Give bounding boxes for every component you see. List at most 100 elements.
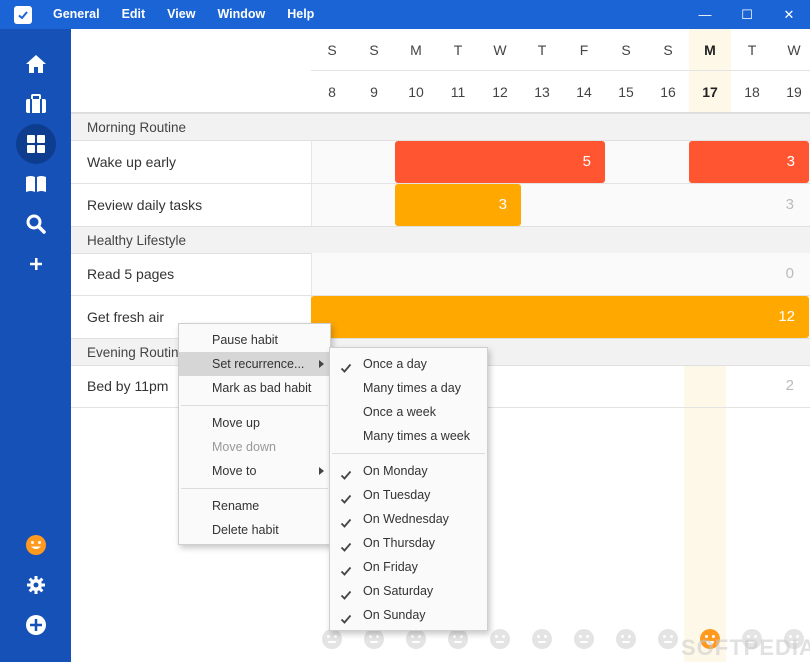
set-recurrence-item[interactable]: Set recurrence... (179, 352, 330, 376)
day-column: M 17 (689, 29, 731, 113)
mark-bad-habit-item[interactable]: Mark as bad habit (179, 376, 330, 400)
day-column: W 19 (773, 29, 810, 113)
move-to-item[interactable]: Move to (179, 459, 330, 483)
day-number: 15 (618, 84, 634, 100)
weekday-option[interactable]: On Wednesday (330, 507, 487, 531)
day-column: F 14 (563, 29, 605, 113)
menu-view[interactable]: View (156, 0, 206, 29)
delete-habit-item[interactable]: Delete habit (179, 518, 330, 542)
habit-row[interactable]: Wake up early 5 3 (71, 141, 810, 184)
menu-general[interactable]: General (42, 0, 111, 29)
habit-name: Get fresh air (87, 309, 165, 325)
mood-face-icon[interactable] (448, 629, 468, 649)
day-column: S9 (353, 29, 395, 113)
streak-bar[interactable]: 3 (395, 184, 521, 226)
mood-face-icon[interactable] (322, 629, 342, 649)
mood-face-icon[interactable] (490, 629, 510, 649)
day-letter: T (453, 42, 463, 58)
day-number: 10 (408, 84, 424, 100)
streak-bar[interactable]: 12 (311, 296, 809, 338)
day-number: 9 (370, 84, 378, 100)
smiley-icon[interactable] (16, 525, 56, 565)
day-number: 14 (576, 84, 592, 100)
day-number: 18 (744, 84, 760, 100)
rename-item[interactable]: Rename (179, 494, 330, 518)
day-letter: T (747, 42, 757, 58)
move-up-item[interactable]: Move up (179, 411, 330, 435)
briefcase-icon[interactable] (16, 84, 56, 124)
day-column: M 10 (395, 29, 437, 113)
habit-count: 0 (785, 265, 794, 282)
recurrence-option[interactable]: Once a week (330, 400, 487, 424)
group-title: Healthy Lifestyle (87, 233, 187, 248)
watermark-text: SOFTPEDIA® (681, 635, 810, 660)
menu-edit[interactable]: Edit (111, 0, 157, 29)
title-bar: General Edit View Window Help — ☐ ✕ (0, 0, 810, 29)
habit-row[interactable]: Read 5 pages 0 (71, 253, 810, 296)
day-column: T 13 (521, 29, 563, 113)
day-column: T 11 (437, 29, 479, 113)
submenu-arrow-icon (319, 467, 324, 475)
recurrence-option[interactable]: Many times a week (330, 424, 487, 448)
recurrence-submenu: Once a day Many times a day Once a week Man… (329, 347, 488, 631)
streak-bar[interactable]: 3 (689, 141, 809, 183)
move-down-item: Move down (212, 440, 276, 454)
close-button[interactable]: ✕ (768, 0, 810, 29)
habit-row[interactable]: Review daily tasks 3 3 (71, 184, 810, 227)
group-title: Morning Routine (87, 120, 187, 135)
day-number: 12 (492, 84, 508, 100)
weekday-option[interactable]: On Sunday (330, 603, 487, 627)
weekday-option[interactable]: On Saturday (330, 579, 487, 603)
habit-context-menu: Pause habit Set recurrence... Mark as ba… (178, 323, 331, 545)
weekday-option[interactable]: On Friday (330, 555, 487, 579)
recurrence-option[interactable]: Once a day (330, 352, 487, 376)
day-number: 8 (328, 84, 336, 100)
maximize-button[interactable]: ☐ (726, 0, 768, 29)
mood-face-icon[interactable] (616, 629, 636, 649)
day-number: 16 (660, 84, 676, 100)
grid-icon[interactable] (16, 124, 56, 164)
day-number: 13 (534, 84, 550, 100)
day-letter: S (621, 42, 631, 58)
day-column: S 16 (647, 29, 689, 113)
day-column: S 15 (605, 29, 647, 113)
day-letter: S (663, 42, 673, 58)
day-column: T 18 (731, 29, 773, 113)
add-circle-icon[interactable] (16, 605, 56, 645)
mood-face-icon[interactable] (406, 629, 426, 649)
day-letter: F (579, 42, 589, 58)
habit-name: Review daily tasks (87, 197, 203, 213)
habit-name: Wake up early (87, 154, 176, 170)
weekday-option[interactable]: On Monday (330, 459, 487, 483)
day-number: 11 (450, 84, 466, 100)
group-header: Morning Routine (71, 113, 810, 141)
plus-icon[interactable] (16, 244, 56, 284)
habit-name: Read 5 pages (87, 266, 175, 282)
pause-habit-item[interactable]: Pause habit (179, 328, 330, 352)
mood-face-icon[interactable] (532, 629, 552, 649)
submenu-arrow-icon (319, 360, 324, 368)
mood-face-icon[interactable] (364, 629, 384, 649)
search-icon[interactable] (16, 204, 56, 244)
mood-face-icon[interactable] (574, 629, 594, 649)
recurrence-option[interactable]: Many times a day (330, 376, 487, 400)
weekday-option[interactable]: On Tuesday (330, 483, 487, 507)
day-letter: M (704, 42, 716, 58)
minimize-button[interactable]: — (684, 0, 726, 29)
day-letter: S (369, 42, 379, 58)
sidebar (0, 29, 71, 662)
mood-face-icon[interactable] (658, 629, 678, 649)
habit-name: Bed by 11pm (87, 378, 169, 394)
book-icon[interactable] (16, 164, 56, 204)
gear-icon[interactable] (16, 565, 56, 605)
day-column: S8 (311, 29, 353, 113)
weekday-option[interactable]: On Thursday (330, 531, 487, 555)
habit-count: 3 (785, 196, 794, 213)
menu-window[interactable]: Window (206, 0, 276, 29)
home-icon[interactable] (16, 44, 56, 84)
group-header: Healthy Lifestyle (71, 226, 810, 254)
menu-help[interactable]: Help (276, 0, 325, 29)
checkmark-icon (340, 609, 352, 633)
day-number: 17 (702, 84, 718, 100)
streak-bar[interactable]: 5 (395, 141, 605, 183)
